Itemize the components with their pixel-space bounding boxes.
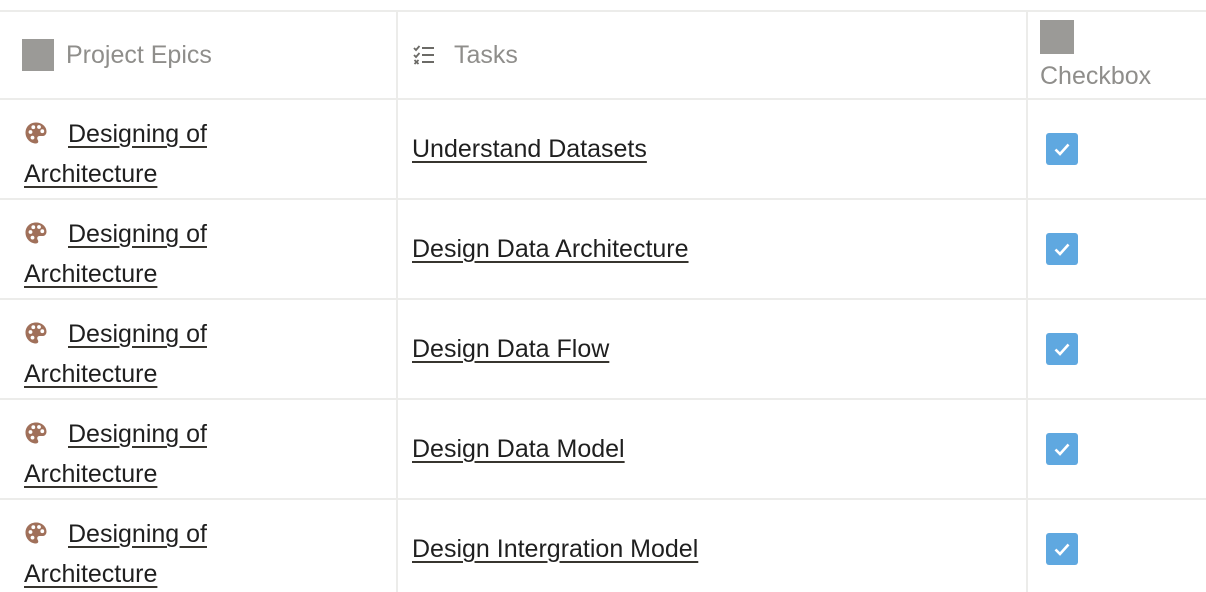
checkmark-icon bbox=[1054, 243, 1070, 256]
epic-cell: Designing of Architecture bbox=[0, 500, 398, 592]
checkbox-cell bbox=[1028, 500, 1206, 592]
epic-cell: Designing of Architecture bbox=[0, 400, 398, 498]
task-link[interactable]: Design Data Architecture bbox=[412, 235, 689, 264]
checkbox-cell bbox=[1028, 100, 1206, 198]
table-row: Designing of Architecture Design Data Ar… bbox=[0, 200, 1206, 300]
epic-link[interactable]: Designing of bbox=[68, 420, 207, 448]
column-header-label: Project Epics bbox=[66, 40, 212, 69]
task-checkbox[interactable] bbox=[1046, 233, 1078, 265]
task-link[interactable]: Understand Datasets bbox=[412, 135, 647, 164]
checkbox-cell bbox=[1028, 400, 1206, 498]
task-cell: Design Data Flow bbox=[398, 300, 1028, 398]
task-cell: Design Data Architecture bbox=[398, 200, 1028, 298]
palette-icon bbox=[25, 122, 47, 144]
checkmark-icon bbox=[1054, 543, 1070, 556]
epic-property-icon bbox=[22, 39, 54, 71]
palette-icon bbox=[25, 322, 47, 344]
checkbox-cell bbox=[1028, 200, 1206, 298]
palette-icon bbox=[25, 422, 47, 444]
column-header-checkbox[interactable]: Checkbox bbox=[1028, 12, 1206, 98]
column-header-project-epics[interactable]: Project Epics bbox=[0, 12, 398, 98]
epic-link[interactable]: Designing of bbox=[68, 120, 207, 148]
epic-link[interactable]: Architecture bbox=[24, 260, 157, 288]
checkmark-icon bbox=[1054, 143, 1070, 156]
task-cell: Design Intergration Model bbox=[398, 500, 1028, 592]
epic-link[interactable]: Architecture bbox=[24, 560, 157, 588]
column-header-label: Tasks bbox=[454, 40, 518, 69]
epic-link[interactable]: Architecture bbox=[24, 160, 157, 188]
epic-link[interactable]: Designing of bbox=[68, 320, 207, 348]
epic-cell: Designing of Architecture bbox=[0, 300, 398, 398]
tasks-table: Project Epics Tasks Checkbox Designing o… bbox=[0, 10, 1206, 592]
column-header-tasks[interactable]: Tasks bbox=[398, 12, 1028, 98]
epic-link[interactable]: Architecture bbox=[24, 460, 157, 488]
table-row: Designing of Architecture Design Data Fl… bbox=[0, 300, 1206, 400]
epic-link[interactable]: Designing of bbox=[68, 520, 207, 548]
epic-cell: Designing of Architecture bbox=[0, 200, 398, 298]
task-link[interactable]: Design Data Flow bbox=[412, 335, 609, 364]
task-checkbox[interactable] bbox=[1046, 533, 1078, 565]
checkmark-icon bbox=[1054, 443, 1070, 456]
task-link[interactable]: Design Data Model bbox=[412, 435, 625, 464]
table-row: Designing of Architecture Design Data Mo… bbox=[0, 400, 1206, 500]
task-cell: Design Data Model bbox=[398, 400, 1028, 498]
palette-icon bbox=[25, 522, 47, 544]
checkbox-cell bbox=[1028, 300, 1206, 398]
checkbox-property-icon bbox=[1040, 20, 1074, 54]
table-row: Designing of Architecture Understand Dat… bbox=[0, 100, 1206, 200]
column-header-label: Checkbox bbox=[1040, 62, 1152, 90]
checklist-icon bbox=[413, 45, 434, 65]
table-header-row: Project Epics Tasks Checkbox bbox=[0, 12, 1206, 100]
palette-icon bbox=[25, 222, 47, 244]
task-checkbox[interactable] bbox=[1046, 433, 1078, 465]
epic-link[interactable]: Architecture bbox=[24, 360, 157, 388]
task-checkbox[interactable] bbox=[1046, 333, 1078, 365]
task-cell: Understand Datasets bbox=[398, 100, 1028, 198]
table-row: Designing of Architecture Design Intergr… bbox=[0, 500, 1206, 592]
task-link[interactable]: Design Intergration Model bbox=[412, 535, 698, 564]
epic-cell: Designing of Architecture bbox=[0, 100, 398, 198]
checkmark-icon bbox=[1054, 343, 1070, 356]
epic-link[interactable]: Designing of bbox=[68, 220, 207, 248]
task-checkbox[interactable] bbox=[1046, 133, 1078, 165]
